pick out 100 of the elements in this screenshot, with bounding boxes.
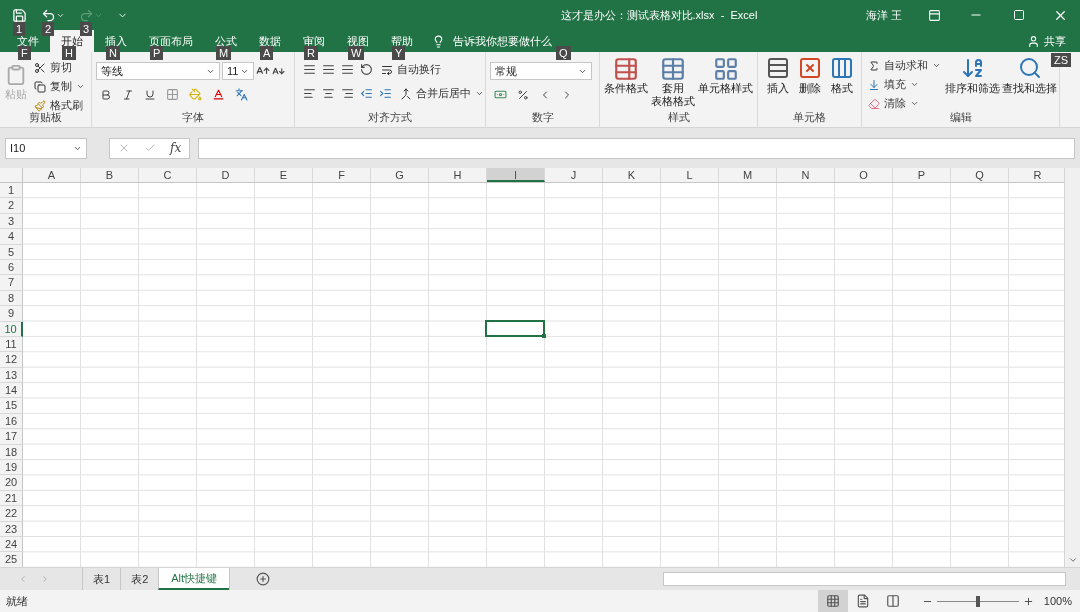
column-header[interactable]: O bbox=[835, 168, 893, 182]
column-header[interactable]: Q bbox=[951, 168, 1009, 182]
person-icon bbox=[1027, 34, 1040, 48]
keytip: R bbox=[304, 46, 318, 60]
decrease-indent-icon[interactable] bbox=[360, 87, 373, 100]
cell-grid[interactable] bbox=[23, 183, 1064, 567]
clipboard-icon bbox=[5, 64, 27, 86]
currency-icon[interactable] bbox=[494, 88, 507, 101]
keytip: ZS bbox=[1051, 53, 1072, 67]
row-header[interactable]: 22 bbox=[0, 506, 23, 522]
align-center-icon[interactable] bbox=[322, 87, 335, 100]
keytip: H bbox=[62, 46, 76, 60]
row-header[interactable]: 14 bbox=[0, 383, 23, 399]
maximize-icon[interactable] bbox=[1013, 9, 1025, 21]
zoom-slider-thumb[interactable] bbox=[975, 595, 980, 607]
name-box[interactable]: I10 bbox=[5, 137, 87, 159]
column-header[interactable]: F bbox=[313, 168, 371, 182]
phonetic-icon[interactable] bbox=[235, 88, 248, 101]
row-header[interactable]: 1 bbox=[0, 183, 23, 199]
window-title: 这才是办公：测试表格对比.xlsx - Excel bbox=[559, 7, 759, 23]
column-header[interactable]: N bbox=[777, 168, 835, 182]
style-button[interactable]: 单元格样式 bbox=[698, 56, 753, 108]
autosum-button[interactable]: 自动求和 bbox=[866, 56, 943, 75]
column-header[interactable]: J bbox=[545, 168, 603, 182]
align-right-icon[interactable] bbox=[341, 87, 354, 100]
fill-button[interactable]: 填充 bbox=[866, 75, 943, 94]
cut-button[interactable]: 剪切 bbox=[32, 58, 87, 77]
keytip: N bbox=[106, 46, 120, 60]
eraser-icon bbox=[868, 97, 880, 110]
column-header[interactable]: L bbox=[661, 168, 719, 182]
row-header[interactable]: 4 bbox=[0, 229, 23, 245]
font-size-select[interactable]: 11 bbox=[222, 62, 254, 80]
cells-button[interactable]: 删除 bbox=[797, 56, 822, 95]
borders-icon[interactable] bbox=[166, 88, 179, 101]
horizontal-scrollbar[interactable] bbox=[663, 572, 1066, 586]
ribbon-display-icon[interactable] bbox=[928, 8, 941, 22]
formula-input[interactable] bbox=[198, 137, 1075, 159]
table-icon bbox=[613, 56, 639, 82]
increase-indent-icon[interactable] bbox=[379, 87, 392, 100]
cells-button[interactable]: 格式 bbox=[829, 56, 854, 95]
font-color-icon[interactable] bbox=[212, 88, 225, 101]
keytip: M bbox=[216, 46, 232, 60]
wrap-text-button[interactable]: 自动换行 bbox=[379, 60, 443, 79]
scroll-down-icon[interactable] bbox=[1067, 555, 1078, 565]
sort-icon bbox=[960, 56, 985, 80]
column-header[interactable]: C bbox=[139, 168, 197, 182]
view-button[interactable] bbox=[817, 590, 848, 612]
share-button[interactable]: 共享 bbox=[1044, 30, 1066, 52]
vertical-scrollbar[interactable] bbox=[1064, 168, 1080, 567]
caret-icon bbox=[76, 82, 85, 91]
percent-icon[interactable] bbox=[517, 88, 529, 101]
delete-icon bbox=[797, 56, 822, 80]
align-left-icon[interactable] bbox=[303, 87, 316, 100]
zoom-level[interactable]: 100% bbox=[1043, 592, 1072, 610]
column-header[interactable]: E bbox=[255, 168, 313, 182]
tell-me-field[interactable]: 告诉我你想要做什么 bbox=[453, 30, 552, 52]
keytip: Y bbox=[392, 46, 406, 60]
active-cell[interactable] bbox=[485, 319, 545, 337]
column-header[interactable]: A bbox=[23, 168, 81, 182]
column-header[interactable]: I bbox=[487, 168, 545, 182]
row-header[interactable]: 25 bbox=[0, 552, 23, 567]
column-header[interactable]: G bbox=[371, 168, 429, 182]
group-title: 字体 bbox=[181, 109, 205, 125]
column-header[interactable]: D bbox=[197, 168, 255, 182]
zoom-in-icon[interactable] bbox=[1022, 595, 1034, 607]
column-header[interactable]: P bbox=[893, 168, 951, 182]
bold-icon[interactable] bbox=[100, 88, 112, 101]
italic-icon[interactable] bbox=[122, 88, 134, 101]
row-header[interactable]: 20 bbox=[0, 475, 23, 491]
keytip: F bbox=[18, 46, 31, 60]
merge-center-button[interactable]: 合并后居中 bbox=[398, 84, 486, 103]
column-header[interactable]: M bbox=[719, 168, 777, 182]
style-button[interactable]: 套用 表格格式 bbox=[651, 56, 695, 108]
save-icon[interactable] bbox=[12, 7, 27, 23]
search-icon bbox=[1017, 56, 1042, 80]
keytip: Q bbox=[556, 46, 571, 60]
cells-button[interactable]: 插入 bbox=[765, 56, 790, 95]
sheet-tab[interactable]: Alt快捷键 bbox=[158, 568, 230, 590]
insert-function-button[interactable]: fx bbox=[170, 139, 182, 157]
row-header[interactable]: 15 bbox=[0, 398, 23, 414]
row-header[interactable]: 2 bbox=[0, 198, 23, 214]
copy-button[interactable]: 复制 bbox=[32, 77, 87, 96]
row-header[interactable]: 17 bbox=[0, 429, 23, 445]
clear-button[interactable]: 清除 bbox=[866, 94, 943, 113]
group-title: 数字 bbox=[530, 109, 555, 125]
row-header[interactable]: 9 bbox=[0, 306, 23, 322]
user-name[interactable]: 海洋 王 bbox=[865, 6, 902, 24]
row-header[interactable]: 7 bbox=[0, 275, 23, 291]
number-format-select[interactable]: 常规 bbox=[490, 62, 592, 80]
style-button[interactable]: 条件格式 bbox=[604, 56, 648, 108]
undo-icon[interactable] bbox=[41, 7, 56, 23]
row-header[interactable]: 12 bbox=[0, 352, 23, 368]
column-header[interactable]: K bbox=[603, 168, 661, 182]
orientation-icon[interactable] bbox=[360, 63, 373, 76]
add-sheet-icon[interactable] bbox=[256, 572, 271, 586]
font-name-select[interactable]: 等线 bbox=[96, 62, 220, 80]
column-header[interactable]: B bbox=[81, 168, 139, 182]
underline-icon[interactable] bbox=[144, 88, 156, 101]
row-header[interactable]: 19 bbox=[0, 460, 23, 476]
grid-icon bbox=[712, 56, 739, 82]
